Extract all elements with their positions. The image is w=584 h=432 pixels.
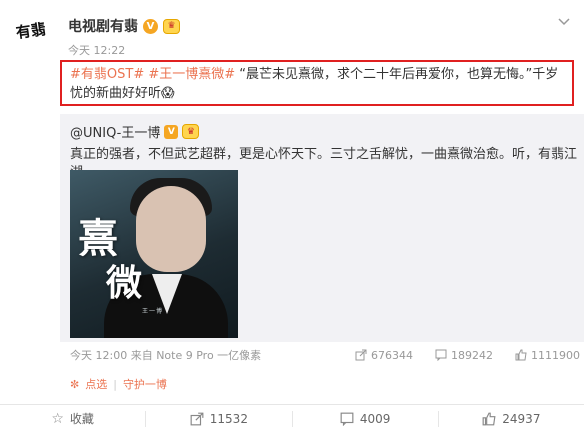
post-body-text: “晨芒未见熹微，求个二十年后再爱你，也算无悔。”千岁忧的新曲好好听😱	[70, 67, 559, 101]
thumbs-up-icon	[515, 349, 527, 361]
action-bar: ☆ 收藏 11532 4009 24937	[0, 404, 584, 432]
chevron-down-icon[interactable]	[556, 14, 572, 30]
repost-meta-row: 今天 12:00 来自 Note 9 Pro 一亿像素 676344 18924…	[70, 346, 580, 364]
repost-like-stat[interactable]: 1111900	[515, 349, 580, 362]
author-row: 电视剧有翡 V ♛	[68, 16, 180, 36]
like-count: 24937	[502, 411, 541, 426]
favorite-label: 收藏	[69, 412, 94, 426]
favorite-button[interactable]: ☆ 收藏	[0, 405, 145, 432]
repost-author-row: @UNIQ-王一博 V ♛	[70, 122, 200, 141]
tag-link[interactable]: 守护一博	[123, 376, 167, 392]
verified-icon: V	[164, 124, 179, 139]
comment-count: 189242	[451, 348, 493, 362]
hashtag-link[interactable]: #有翡OST#	[70, 67, 144, 82]
comment-icon	[435, 349, 447, 361]
tag-link[interactable]: 点选	[85, 376, 107, 392]
vip-crown-icon: ♛	[163, 18, 180, 34]
share-icon	[190, 412, 204, 425]
avatar-logo-text: 有翡	[14, 19, 48, 42]
album-cover-image[interactable]: 熹 微 王一博	[70, 170, 238, 338]
thumbs-up-icon	[482, 412, 496, 425]
tag-divider: |	[113, 377, 117, 391]
like-button[interactable]: 24937	[439, 405, 584, 432]
author-name[interactable]: 电视剧有翡	[68, 16, 138, 36]
post-timestamp[interactable]: 今天 12:22	[68, 42, 125, 58]
share-icon	[355, 349, 367, 361]
comment-icon	[340, 412, 354, 426]
star-icon: ☆	[51, 410, 64, 427]
album-artist-name: 王一博	[142, 308, 164, 315]
repost-card[interactable]: @UNIQ-王一博 V ♛ 真正的强者，不但武艺超群，更是心怀天下。三寸之舌解忧…	[60, 114, 584, 342]
vip-crown-icon: ♛	[182, 124, 200, 139]
sparkle-icon: ✼	[70, 377, 80, 391]
hashtag-link[interactable]: #王一博熹微#	[148, 67, 235, 82]
weibo-post: 有翡 电视剧有翡 V ♛ 今天 12:22 #有翡OST# #王一博熹微# “晨…	[0, 0, 584, 400]
share-count: 676344	[371, 348, 413, 362]
album-title-char: 微	[106, 262, 143, 304]
like-count: 1111900	[531, 348, 580, 362]
avatar[interactable]: 有翡	[8, 8, 54, 54]
post-text-highlighted: #有翡OST# #王一博熹微# “晨芒未见熹微，求个二十年后再爱你，也算无悔。”…	[60, 60, 574, 106]
repost-count: 11532	[209, 411, 248, 426]
tags-row: ✼ 点选 | 守护一博	[70, 376, 167, 392]
comment-count: 4009	[359, 411, 391, 426]
comment-button[interactable]: 4009	[293, 405, 438, 432]
repost-source: 今天 12:00 来自 Note 9 Pro 一亿像素	[70, 349, 262, 362]
repost-author[interactable]: @UNIQ-王一博	[70, 122, 160, 141]
repost-comment-stat[interactable]: 189242	[435, 349, 493, 362]
repost-share-stat[interactable]: 676344	[355, 349, 413, 362]
album-figure-face	[136, 186, 206, 272]
verified-icon: V	[143, 18, 158, 34]
repost-button[interactable]: 11532	[146, 405, 291, 432]
